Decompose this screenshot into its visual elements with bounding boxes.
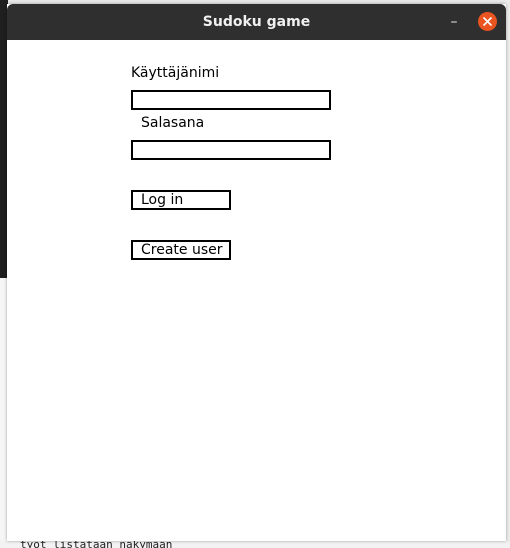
password-field[interactable] <box>131 140 331 160</box>
login-button[interactable]: Log in <box>131 190 231 210</box>
username-field[interactable] <box>131 90 331 110</box>
minimize-button[interactable]: – <box>444 12 464 32</box>
close-button[interactable] <box>478 12 497 31</box>
password-label: Salasana <box>141 115 205 131</box>
app-window: Sudoku game – Käyttäjänimi Salasana Log … <box>7 4 506 541</box>
window-title: Sudoku game <box>202 14 311 30</box>
background-bottom-edge: työt listataan näkymään <box>0 538 510 548</box>
close-icon <box>483 17 492 26</box>
username-label: Käyttäjänimi <box>131 65 220 81</box>
create-user-button[interactable]: Create user <box>131 240 231 260</box>
login-panel: Käyttäjänimi Salasana Log in Create user <box>7 40 506 541</box>
title-bar[interactable]: Sudoku game – <box>7 4 506 40</box>
